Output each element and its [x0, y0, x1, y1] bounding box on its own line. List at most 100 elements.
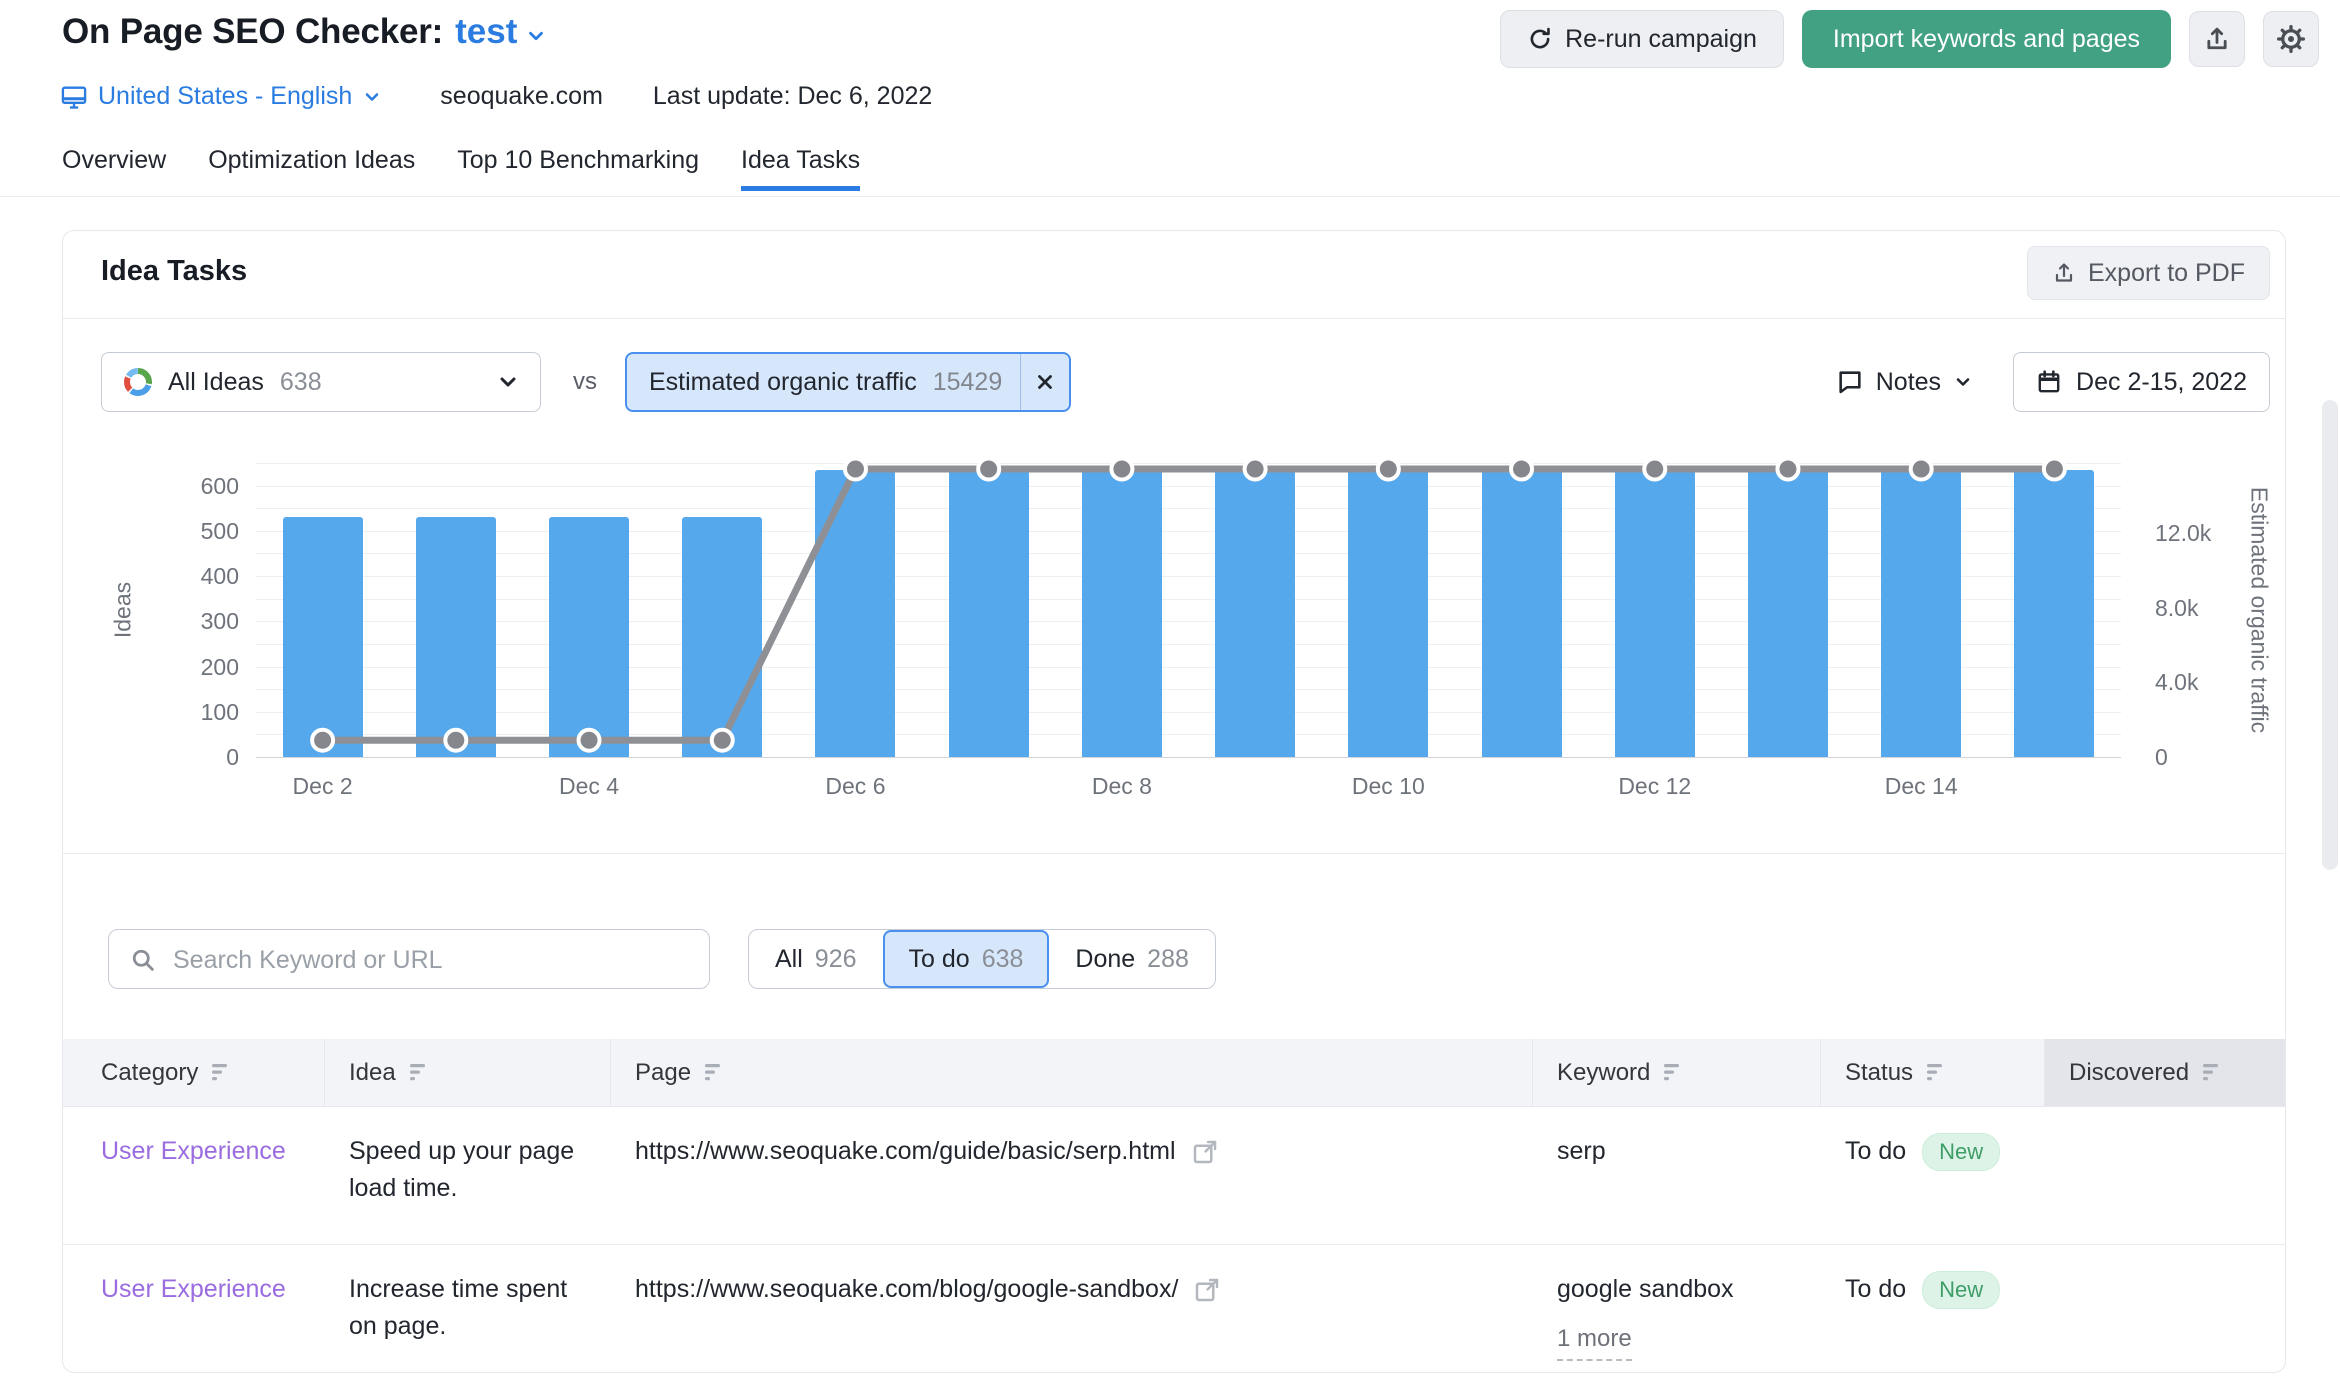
category-link[interactable]: User Experience — [101, 1137, 286, 1165]
campaign-selector[interactable]: test — [455, 12, 547, 52]
category-link[interactable]: User Experience — [101, 1275, 286, 1303]
column-header-page[interactable]: Page — [611, 1039, 1533, 1106]
locale-label: United States - English — [98, 82, 352, 111]
right-axis-tick: 4.0k — [2155, 669, 2275, 696]
search-input[interactable] — [171, 931, 695, 989]
campaign-meta: United States - English seoquake.com Las… — [60, 82, 932, 111]
search-icon — [129, 946, 157, 974]
donut-chart-icon — [122, 366, 154, 398]
table-row: User Experience Increase time spent on pa… — [63, 1244, 2285, 1381]
left-axis-tick: 100 — [153, 699, 239, 726]
status-text[interactable]: To do — [1845, 1271, 1906, 1308]
chevron-down-icon — [525, 25, 547, 47]
share-button[interactable] — [2189, 11, 2245, 67]
more-keywords-link[interactable]: 1 more — [1557, 1320, 1632, 1361]
column-label: Status — [1845, 1059, 1913, 1087]
ideas-dropdown[interactable]: All Ideas 638 — [101, 352, 541, 412]
line-marker-dec-6[interactable] — [845, 458, 866, 479]
segment-label: All — [775, 945, 803, 974]
keyword-text: google sandbox — [1557, 1271, 1801, 1308]
page-url: https://www.seoquake.com/guide/basic/ser… — [635, 1133, 1176, 1170]
metric-chip-label: Estimated organic traffic — [627, 368, 917, 397]
notes-dropdown[interactable]: Notes — [1836, 368, 1973, 397]
segment-count: 638 — [982, 945, 1024, 974]
column-header-category[interactable]: Category — [63, 1039, 325, 1106]
external-link-icon[interactable] — [1190, 1137, 1220, 1167]
tab-idea-tasks[interactable]: Idea Tasks — [741, 146, 860, 191]
x-axis-tick: Dec 10 — [1318, 773, 1458, 800]
column-header-keyword[interactable]: Keyword — [1533, 1039, 1821, 1106]
line-marker-dec-10[interactable] — [1378, 458, 1399, 479]
chart-plot — [256, 463, 2121, 757]
status-text[interactable]: To do — [1845, 1133, 1906, 1170]
close-icon — [1034, 371, 1056, 393]
search-box — [108, 929, 710, 989]
date-range-label: Dec 2-15, 2022 — [2076, 368, 2247, 397]
column-header-status[interactable]: Status — [1821, 1039, 2045, 1106]
segment-all[interactable]: All926 — [749, 930, 883, 988]
column-header-idea[interactable]: Idea — [325, 1039, 611, 1106]
segment-to-do[interactable]: To do638 — [883, 930, 1050, 988]
idea-text: Increase time spent on page. — [325, 1245, 611, 1381]
line-marker-dec-2[interactable] — [312, 730, 333, 751]
last-update: Last update: Dec 6, 2022 — [653, 82, 932, 111]
x-axis-tick: Dec 12 — [1585, 773, 1725, 800]
line-marker-dec-4[interactable] — [579, 730, 600, 751]
chevron-down-icon — [362, 87, 382, 107]
page-scrollbar[interactable] — [2322, 400, 2338, 870]
column-label: Keyword — [1557, 1059, 1650, 1087]
ideas-filter-label: All Ideas — [168, 368, 264, 397]
header-divider — [0, 196, 2340, 197]
discovered-cell — [2045, 1245, 2285, 1381]
x-axis-tick: Dec 8 — [1052, 773, 1192, 800]
metric-chip: Estimated organic traffic 15429 — [625, 352, 1071, 412]
line-marker-dec-13[interactable] — [1777, 458, 1798, 479]
line-marker-dec-7[interactable] — [978, 458, 999, 479]
sort-icon — [410, 1063, 432, 1082]
segment-done[interactable]: Done288 — [1049, 930, 1214, 988]
page-title: On Page SEO Checker: — [62, 12, 443, 52]
chart-filter-row: All Ideas 638 vs Estimated organic traff… — [101, 351, 2270, 413]
column-header-discovered[interactable]: Discovered — [2045, 1039, 2285, 1106]
locale-selector[interactable]: United States - English — [60, 82, 382, 111]
tab-optimization-ideas[interactable]: Optimization Ideas — [208, 146, 415, 191]
campaign-domain: seoquake.com — [440, 82, 603, 111]
line-marker-dec-8[interactable] — [1111, 458, 1132, 479]
vs-label: vs — [573, 368, 597, 396]
tab-top-10-benchmarking[interactable]: Top 10 Benchmarking — [457, 146, 699, 191]
line-marker-dec-5[interactable] — [712, 730, 733, 751]
line-marker-dec-12[interactable] — [1644, 458, 1665, 479]
page-header: On Page SEO Checker: test — [62, 12, 547, 52]
panel-header: Idea Tasks Export to PDF — [63, 231, 2285, 319]
header-actions: Re-run campaign Import keywords and page… — [1500, 10, 2319, 68]
metric-chip-value: 15429 — [933, 368, 1003, 397]
metric-chip-close[interactable] — [1020, 354, 1069, 410]
line-marker-dec-3[interactable] — [445, 730, 466, 751]
line-marker-dec-14[interactable] — [1911, 458, 1932, 479]
export-icon — [2052, 261, 2076, 285]
line-marker-dec-11[interactable] — [1511, 458, 1532, 479]
new-badge: New — [1922, 1271, 2000, 1309]
date-range-picker[interactable]: Dec 2-15, 2022 — [2013, 352, 2270, 412]
line-marker-dec-9[interactable] — [1245, 458, 1266, 479]
sort-icon — [1927, 1063, 1949, 1082]
monitor-icon — [60, 83, 88, 111]
x-axis-tick: Dec 14 — [1851, 773, 1991, 800]
campaign-name: test — [455, 12, 517, 52]
export-pdf-button[interactable]: Export to PDF — [2027, 246, 2270, 300]
line-marker-dec-15[interactable] — [2044, 458, 2065, 479]
column-label: Discovered — [2069, 1059, 2189, 1087]
traffic-line-layer — [256, 463, 2121, 757]
segment-count: 288 — [1147, 945, 1189, 974]
page-url: https://www.seoquake.com/blog/google-san… — [635, 1271, 1178, 1308]
rerun-campaign-button[interactable]: Re-run campaign — [1500, 10, 1784, 68]
sort-icon — [2203, 1063, 2225, 1082]
settings-button[interactable] — [2263, 11, 2319, 67]
import-keywords-button[interactable]: Import keywords and pages — [1802, 10, 2171, 68]
tab-overview[interactable]: Overview — [62, 146, 166, 191]
external-link-icon[interactable] — [1192, 1275, 1222, 1305]
right-axis-tick: 8.0k — [2155, 595, 2275, 622]
left-axis-tick: 600 — [153, 473, 239, 500]
column-label: Page — [635, 1059, 691, 1087]
sort-icon — [705, 1063, 727, 1082]
